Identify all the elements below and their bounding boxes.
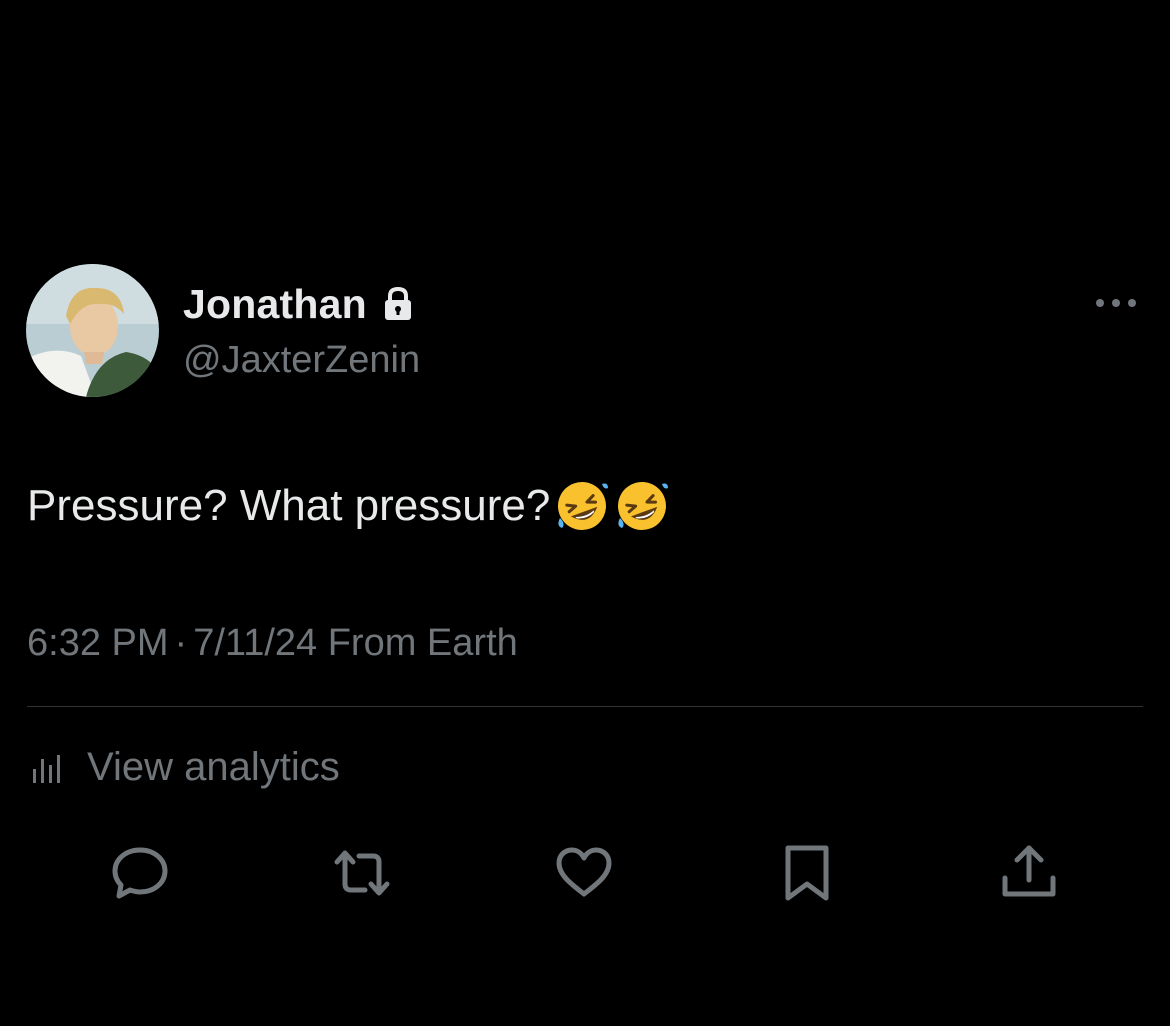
tweet-date[interactable]: 7/11/24 [193, 622, 317, 664]
share-icon [1002, 845, 1056, 897]
share-button[interactable] [996, 840, 1062, 906]
tweet-body: Pressure? What pressure? [27, 476, 670, 536]
tweet-meta: 6:32 PM · 7/11/24 From Earth [27, 618, 518, 668]
author-handle[interactable]: @JaxterZenin [183, 336, 420, 384]
rofl-emoji-icon [614, 478, 670, 534]
meta-separator: · [174, 622, 188, 664]
reply-button[interactable] [107, 840, 173, 906]
reply-icon [112, 847, 168, 899]
more-options-icon[interactable] [1092, 288, 1140, 318]
view-analytics-link[interactable]: View analytics [27, 740, 340, 794]
tweet-time[interactable]: 6:32 PM [27, 622, 169, 664]
analytics-label: View analytics [87, 744, 340, 789]
analytics-icon [27, 747, 67, 787]
display-name[interactable]: Jonathan [183, 281, 367, 328]
retweet-icon [334, 850, 390, 896]
tweet-detail: Jonathan @JaxterZenin Pressure? What pre… [0, 0, 1170, 1026]
tweet-location: From Earth [327, 622, 518, 664]
bookmark-button[interactable] [774, 840, 840, 906]
lock-icon [381, 286, 415, 322]
rofl-emoji-icon [554, 478, 610, 534]
heart-icon [556, 847, 612, 897]
bookmark-icon [785, 845, 829, 901]
tweet-text: Pressure? What pressure? [27, 481, 551, 530]
avatar[interactable] [26, 264, 159, 397]
like-button[interactable] [551, 840, 617, 906]
divider [27, 706, 1143, 707]
author-name-row[interactable]: Jonathan [183, 278, 415, 330]
retweet-button[interactable] [329, 840, 395, 906]
avatar-image [26, 264, 159, 397]
